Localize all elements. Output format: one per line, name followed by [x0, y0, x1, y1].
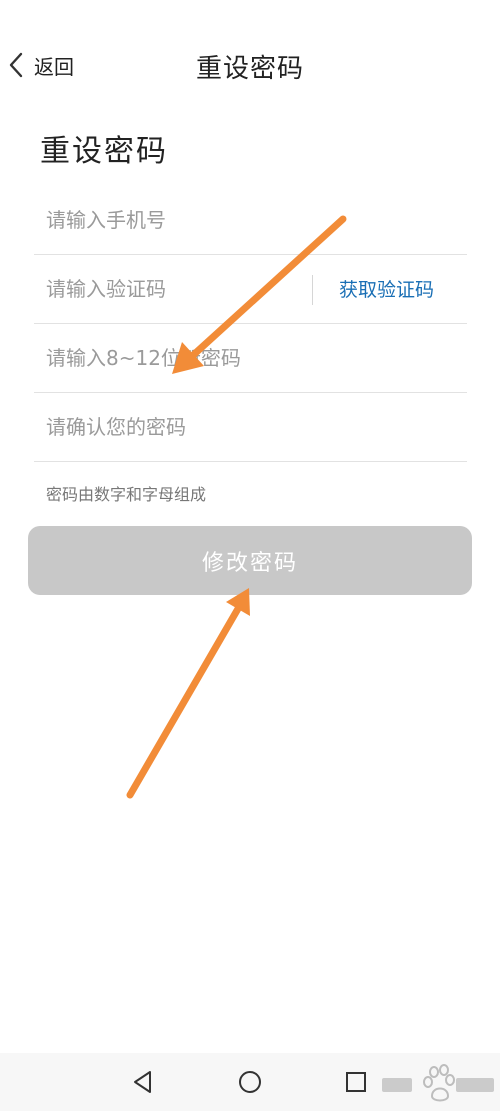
verification-code-input[interactable] — [34, 255, 304, 323]
confirm-password-row — [34, 393, 467, 462]
password-hint: 密码由数字和字母组成 — [46, 485, 207, 504]
reset-password-form: 获取验证码 — [34, 186, 467, 462]
get-code-button[interactable]: 获取验证码 — [339, 275, 434, 302]
change-password-button[interactable]: 修改密码 — [28, 526, 472, 595]
phone-row — [34, 186, 467, 255]
divider — [312, 275, 313, 305]
top-bar: 返回 重设密码 — [0, 0, 500, 130]
confirm-password-input[interactable] — [34, 393, 467, 461]
phone-input[interactable] — [34, 186, 467, 254]
baidu-paw-logo-icon — [382, 1064, 494, 1102]
back-triangle-icon[interactable] — [128, 1067, 158, 1097]
recents-square-icon[interactable] — [341, 1067, 371, 1097]
baidu-jingyan-watermark — [382, 1058, 497, 1106]
code-row: 获取验证码 — [34, 255, 467, 324]
new-password-input[interactable] — [34, 324, 467, 392]
home-circle-icon[interactable] — [235, 1067, 265, 1097]
new-password-row — [34, 324, 467, 393]
annotation-arrow-2 — [126, 588, 250, 799]
page-title: 重设密码 — [40, 134, 168, 169]
nav-title: 重设密码 — [195, 54, 304, 84]
